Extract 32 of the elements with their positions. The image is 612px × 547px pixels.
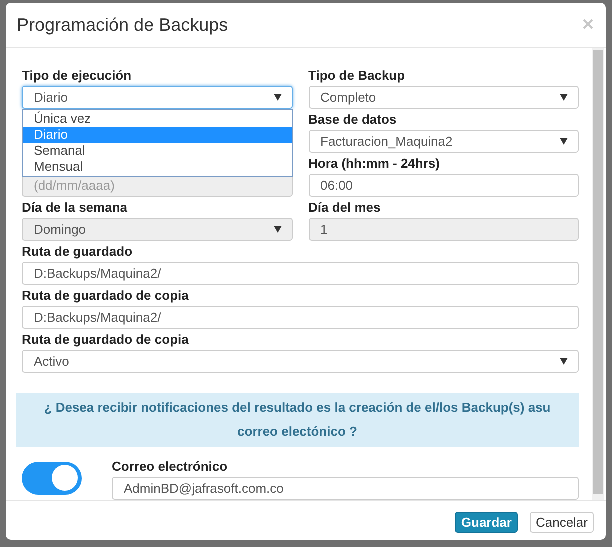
input-field[interactable]: 06:00 <box>308 174 579 197</box>
field-label: Tipo de ejecución <box>22 69 132 82</box>
dropdown-option[interactable]: Mensual <box>23 159 292 175</box>
field-label: Día del mes <box>308 201 381 214</box>
input-field[interactable]: AdminBD@jafrasoft.com.co <box>112 477 579 500</box>
field-label: Día de la semana <box>22 201 128 214</box>
caret-icon <box>560 358 568 365</box>
caret-icon <box>560 94 568 101</box>
scrollbar[interactable] <box>592 48 604 500</box>
field-label: Ruta de guardado de copia <box>22 333 189 346</box>
save-button[interactable]: Guardar <box>455 512 518 532</box>
select-field[interactable]: Facturacion_Maquina2 <box>308 130 579 153</box>
dropdown-option[interactable]: Única vez <box>23 111 292 127</box>
input-field[interactable]: D:Backups/Maquina2/ <box>22 262 579 285</box>
select-field[interactable]: Completo <box>308 86 579 109</box>
field-label: Hora (hh:mm - 24hrs) <box>308 157 440 170</box>
caret-icon <box>560 138 568 145</box>
input-field[interactable]: D:Backups/Maquina2/ <box>22 306 579 329</box>
dropdown-option[interactable]: Semanal <box>23 143 292 159</box>
select-field[interactable]: Activo <box>22 350 579 373</box>
field-label: Ruta de guardado de copia <box>22 289 189 302</box>
field-label: Correo electrónico <box>112 460 228 473</box>
caret-icon <box>274 94 282 101</box>
field-label: Ruta de guardado <box>22 245 133 258</box>
notice-text: ¿ Desea recibir notificaciones del resultado es la creación de el/los Backup(s) asu correo electónico ? <box>44 400 551 439</box>
select-field[interactable]: Diario <box>22 86 292 109</box>
cancel-button[interactable]: Cancelar <box>530 512 594 532</box>
field-label: Tipo de Backup <box>308 69 406 82</box>
caret-icon <box>274 226 282 233</box>
toggle-switch[interactable] <box>22 462 82 494</box>
field-label: Base de datos <box>308 113 397 126</box>
dialog-title: Programación de Backups <box>17 14 228 37</box>
